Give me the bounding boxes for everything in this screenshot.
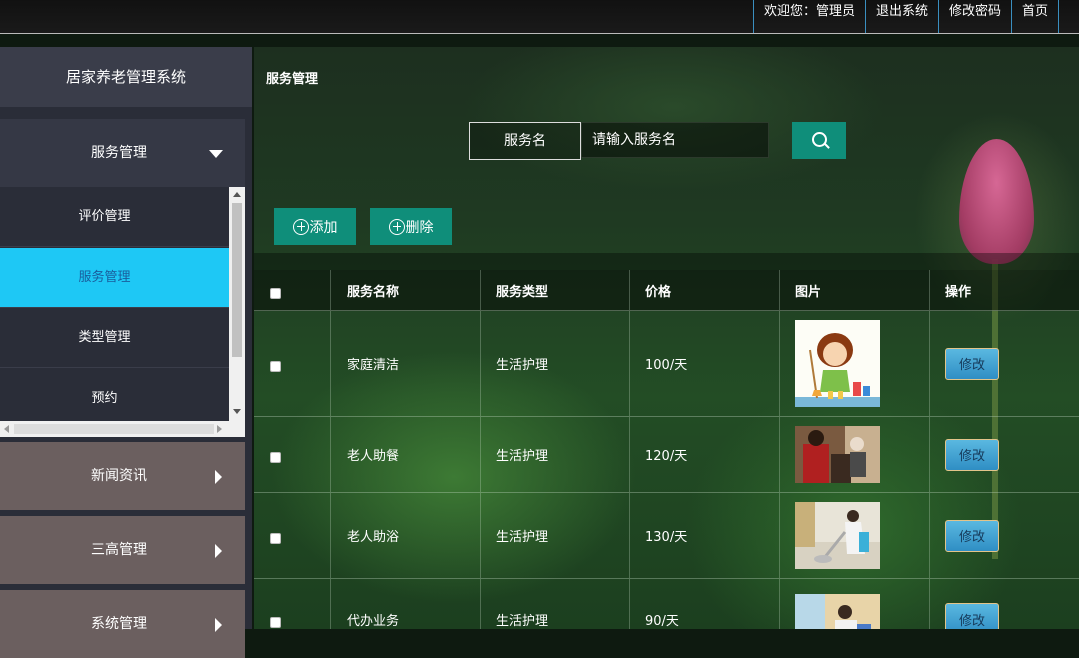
- table-row: 老人助浴 生活护理 130/天 修改: [254, 493, 1079, 579]
- add-circle-icon: [388, 218, 405, 235]
- menu-label: 新闻资讯: [91, 468, 147, 484]
- service-type: 生活护理: [481, 311, 630, 416]
- toolbar-divider: [254, 253, 1079, 270]
- page-title: 服务管理: [266, 72, 319, 87]
- chevron-down-icon: [209, 150, 223, 158]
- select-all-checkbox[interactable]: [270, 287, 281, 299]
- service-price: 130/天: [630, 493, 780, 578]
- service-type: 生活护理: [481, 579, 630, 629]
- row-checkbox[interactable]: [270, 533, 281, 544]
- horizontal-scrollbar[interactable]: [0, 421, 245, 437]
- row-checkbox[interactable]: [270, 361, 281, 372]
- scroll-right-icon[interactable]: [217, 425, 222, 433]
- header-price: 价格: [630, 270, 780, 310]
- delete-button[interactable]: 删除: [370, 208, 452, 245]
- table-row: 老人助餐 生活护理 120/天 修改: [254, 417, 1079, 493]
- edit-button[interactable]: 修改: [945, 347, 999, 380]
- scroll-thumb[interactable]: [232, 203, 242, 357]
- search-button[interactable]: [792, 122, 846, 159]
- service-image-bath: [795, 502, 880, 569]
- menu-label: 系统管理: [91, 616, 147, 632]
- chevron-right-icon: [215, 544, 222, 558]
- row-checkbox[interactable]: [270, 452, 281, 463]
- system-title: 居家养老管理系统: [0, 47, 252, 107]
- service-type: 生活护理: [481, 417, 630, 492]
- home-link[interactable]: 首页: [1010, 0, 1059, 33]
- service-name: 老人助餐: [331, 417, 481, 492]
- service-name: 代办业务: [331, 579, 481, 629]
- submenu-panel: 评价管理 服务管理 类型管理 预约: [0, 187, 245, 437]
- row-checkbox[interactable]: [270, 616, 281, 628]
- edit-button[interactable]: 修改: [945, 519, 999, 552]
- menu-label: 三高管理: [91, 542, 147, 558]
- table-row: 代办业务 生活护理 90/天 修改: [254, 579, 1079, 629]
- welcome-text: 欢迎您：管理员: [752, 0, 865, 33]
- header-service-type: 服务类型: [481, 270, 630, 310]
- submenu-item-appointment[interactable]: 预约: [0, 369, 229, 429]
- service-price: 100/天: [630, 311, 780, 416]
- search-input[interactable]: [581, 122, 769, 158]
- top-bar: 欢迎您：管理员 退出系统 修改密码 首页: [0, 0, 1079, 34]
- submenu-item-service[interactable]: 服务管理: [0, 248, 229, 308]
- table-header: 服务名称 服务类型 价格 图片 操作: [254, 270, 1079, 311]
- service-image-meal: [795, 426, 880, 483]
- header-actions: 操作: [945, 284, 972, 300]
- edit-button[interactable]: 修改: [945, 438, 999, 471]
- add-button[interactable]: 添加: [274, 208, 356, 245]
- service-name: 家庭清洁: [331, 311, 481, 416]
- service-image-cleaning: [795, 320, 880, 407]
- search-label: 服务名: [469, 122, 581, 160]
- header-image: 图片: [780, 270, 930, 310]
- sidebar: 居家养老管理系统 服务管理 评价管理 服务管理 类型管理 预约 新闻资讯 三高管…: [0, 47, 252, 658]
- menu-news[interactable]: 新闻资讯: [0, 442, 245, 510]
- submenu-item-type[interactable]: 类型管理: [0, 308, 229, 368]
- edit-button[interactable]: 修改: [945, 603, 999, 629]
- scroll-down-icon[interactable]: [233, 409, 241, 414]
- submenu-item-review[interactable]: 评价管理: [0, 187, 229, 247]
- background-lotus: [959, 139, 1034, 264]
- menu-label: 服务管理: [91, 145, 147, 161]
- service-image-errand: [795, 594, 880, 629]
- menu-service-management[interactable]: 服务管理: [0, 119, 245, 187]
- table-row: 家庭清洁 生活护理 100/天 修改: [254, 311, 1079, 417]
- top-nav: 欢迎您：管理员 退出系统 修改密码 首页: [752, 0, 1059, 33]
- logout-link[interactable]: 退出系统: [864, 0, 938, 33]
- service-price: 120/天: [630, 417, 780, 492]
- search-icon: [812, 132, 827, 147]
- service-name: 老人助浴: [331, 493, 481, 578]
- header-service-name: 服务名称: [331, 270, 481, 310]
- change-password-link[interactable]: 修改密码: [937, 0, 1011, 33]
- menu-three-highs[interactable]: 三高管理: [0, 516, 245, 584]
- scroll-left-icon[interactable]: [4, 425, 9, 433]
- main-content: 服务管理 服务名 添加 删除 服务名称 服务类型 价格 图片 操作 家庭清洁 生…: [254, 47, 1079, 629]
- chevron-right-icon: [215, 618, 222, 632]
- vertical-scrollbar[interactable]: [229, 187, 245, 421]
- scroll-up-icon[interactable]: [233, 192, 241, 197]
- chevron-right-icon: [215, 470, 222, 484]
- service-type: 生活护理: [481, 493, 630, 578]
- add-circle-icon: [292, 218, 309, 235]
- scroll-thumb-horizontal[interactable]: [14, 424, 214, 434]
- service-price: 90/天: [630, 579, 780, 629]
- menu-system[interactable]: 系统管理: [0, 590, 245, 658]
